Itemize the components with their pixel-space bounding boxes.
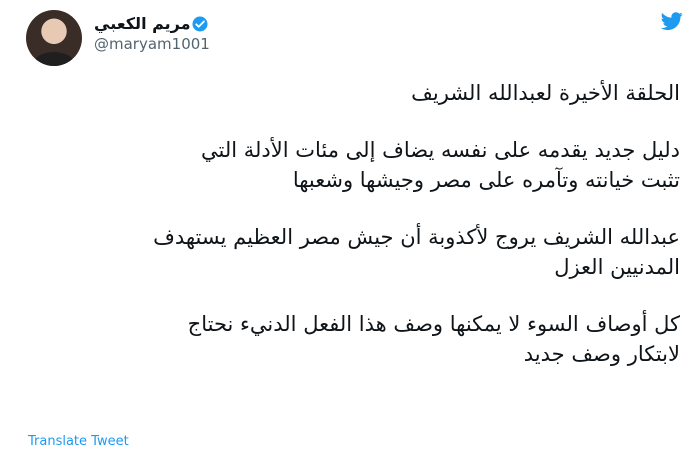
tweet-line: تثبت خيانته وتآمره على مصر وجيشها وشعبها: [292, 168, 680, 192]
author-name[interactable]: مريم الكعبي: [94, 14, 191, 33]
tweet-text: الحلقة الأخيرة لعبدالله الشريف دليل جديد…: [20, 78, 680, 396]
author-handle[interactable]: @maryam1001: [94, 35, 213, 53]
tweet-paragraph: عبدالله الشريف يروج لأكذوبة أن جيش مصر ا…: [20, 222, 680, 282]
tweet-line: دليل جديد يقدمه على نفسه يضاف إلى مئات ا…: [201, 138, 680, 162]
tweet-line: الحلقة الأخيرة لعبدالله الشريف: [411, 81, 680, 105]
avatar-shoulders: [34, 52, 74, 66]
tweet-card: مريم الكعبي @maryam1001 الحلقة الأخيرة ل…: [0, 0, 700, 466]
user-info[interactable]: مريم الكعبي @maryam1001: [94, 10, 213, 53]
translate-tweet-link[interactable]: Translate Tweet: [28, 434, 129, 449]
verified-badge-icon: [192, 16, 208, 31]
tweet-line: المدنيين العزل: [554, 255, 680, 279]
tweet-line: كل أوصاف السوء لا يمكنها وصف هذا الفعل ا…: [187, 312, 680, 336]
tweet-line: عبدالله الشريف يروج لأكذوبة أن جيش مصر ا…: [153, 225, 680, 249]
twitter-bird-icon[interactable]: [659, 10, 685, 32]
avatar[interactable]: [26, 10, 82, 66]
tweet-line: لابتكار وصف جديد: [523, 342, 680, 366]
tweet-paragraph: كل أوصاف السوء لا يمكنها وصف هذا الفعل ا…: [20, 309, 680, 369]
tweet-header: مريم الكعبي @maryam1001: [26, 10, 213, 66]
tweet-paragraph: الحلقة الأخيرة لعبدالله الشريف: [20, 78, 680, 108]
tweet-paragraph: دليل جديد يقدمه على نفسه يضاف إلى مئات ا…: [20, 135, 680, 195]
name-row: مريم الكعبي: [94, 14, 213, 33]
